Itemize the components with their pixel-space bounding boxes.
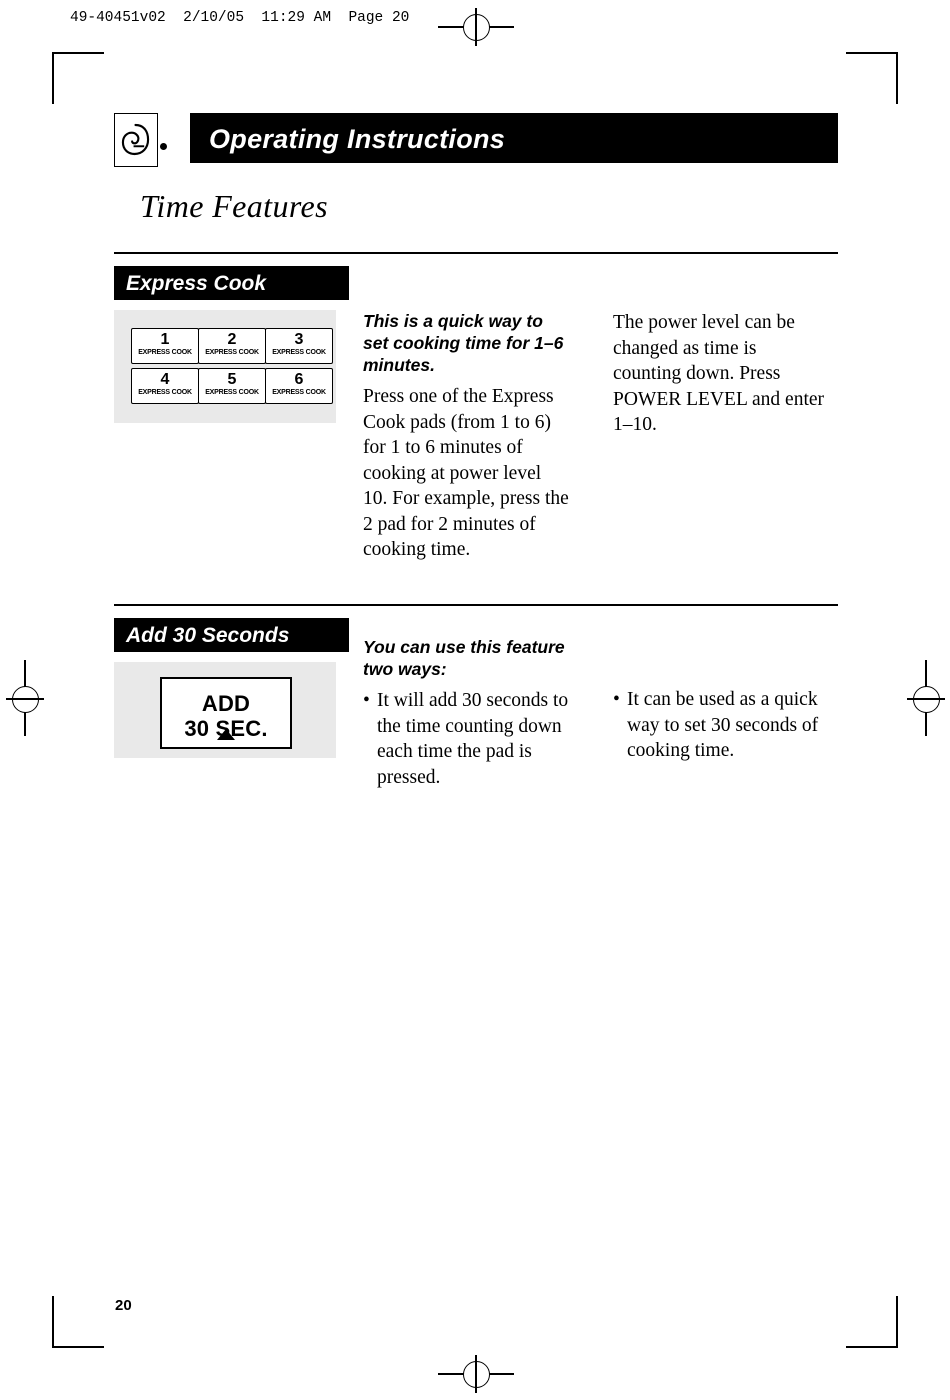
key-number: 3 xyxy=(294,331,304,348)
express-cook-key-3[interactable]: 3 EXPRESS COOK xyxy=(265,328,333,364)
express-cook-key-6[interactable]: 6 EXPRESS COOK xyxy=(265,368,333,404)
key-number: 6 xyxy=(294,371,304,388)
section-label-text: Express Cook xyxy=(126,272,267,295)
add-30-seconds-pad-panel: ADD 30 SEC. xyxy=(114,662,336,758)
logo-dot xyxy=(160,143,167,150)
key-number: 4 xyxy=(160,371,170,388)
triangle-up-icon xyxy=(217,729,235,740)
add-30-seconds-lead: You can use this feature two ways: xyxy=(363,637,565,679)
section-label-express-cook: Express Cook xyxy=(114,266,349,300)
express-cook-key-1[interactable]: 1 EXPRESS COOK xyxy=(131,328,199,364)
key-caption: EXPRESS COOK xyxy=(205,349,259,356)
express-cook-keypad-panel: 1 EXPRESS COOK 2 EXPRESS COOK 3 EXPRESS … xyxy=(114,310,336,423)
key-caption: EXPRESS COOK xyxy=(272,349,326,356)
key-caption: EXPRESS COOK xyxy=(138,389,192,396)
key-caption: EXPRESS COOK xyxy=(205,389,259,396)
section-rule-add-30-seconds xyxy=(114,604,838,606)
add-pad-line-1: ADD xyxy=(201,691,251,716)
ge-swirl-logo xyxy=(114,113,158,167)
section-label-add-30-seconds: Add 30 Seconds xyxy=(114,618,349,652)
bullet-text: It will add 30 seconds to the time count… xyxy=(377,690,569,788)
add-30-seconds-column-1: You can use this feature two ways: • It … xyxy=(363,636,575,790)
key-caption: EXPRESS COOK xyxy=(138,349,192,356)
bullet-text: It can be used as a quick way to set 30 … xyxy=(627,689,819,761)
page-title: Time Features xyxy=(140,188,328,224)
add-30-seconds-column-2: • It can be used as a quick way to set 3… xyxy=(613,687,838,764)
express-cook-key-4[interactable]: 4 EXPRESS COOK xyxy=(131,368,199,404)
add-30-seconds-bullet-1: • It will add 30 seconds to the time cou… xyxy=(363,688,575,790)
express-cook-body: Press one of the Express Cook pads (from… xyxy=(363,386,569,560)
banner-title: Operating Instructions xyxy=(209,124,506,154)
express-cook-column-2: The power level can be changed as time i… xyxy=(613,310,828,438)
section-label-text: Add 30 Seconds xyxy=(126,624,290,647)
page-content: Operating Instructions Time Features Exp… xyxy=(0,0,950,1400)
express-cook-key-2[interactable]: 2 EXPRESS COOK xyxy=(198,328,266,364)
bullet-marker: • xyxy=(363,690,370,711)
key-number: 2 xyxy=(227,331,237,348)
key-number: 5 xyxy=(227,371,237,388)
ge-swirl-icon xyxy=(121,123,150,156)
add-30-seconds-bullet-2: • It can be used as a quick way to set 3… xyxy=(613,687,838,764)
bullet-marker: • xyxy=(613,689,620,710)
key-caption: EXPRESS COOK xyxy=(272,389,326,396)
express-cook-lead: This is a quick way to set cooking time … xyxy=(363,311,564,375)
section-rule-express-cook xyxy=(114,252,838,254)
operating-instructions-banner: Operating Instructions xyxy=(190,113,838,163)
express-cook-power-level-note: The power level can be changed as time i… xyxy=(613,312,825,435)
add-30-seconds-pad[interactable]: ADD 30 SEC. xyxy=(160,677,292,749)
page-number: 20 xyxy=(115,1297,132,1314)
key-number: 1 xyxy=(160,331,170,348)
express-cook-key-5[interactable]: 5 EXPRESS COOK xyxy=(198,368,266,404)
express-cook-column-1: This is a quick way to set cooking time … xyxy=(363,310,569,563)
